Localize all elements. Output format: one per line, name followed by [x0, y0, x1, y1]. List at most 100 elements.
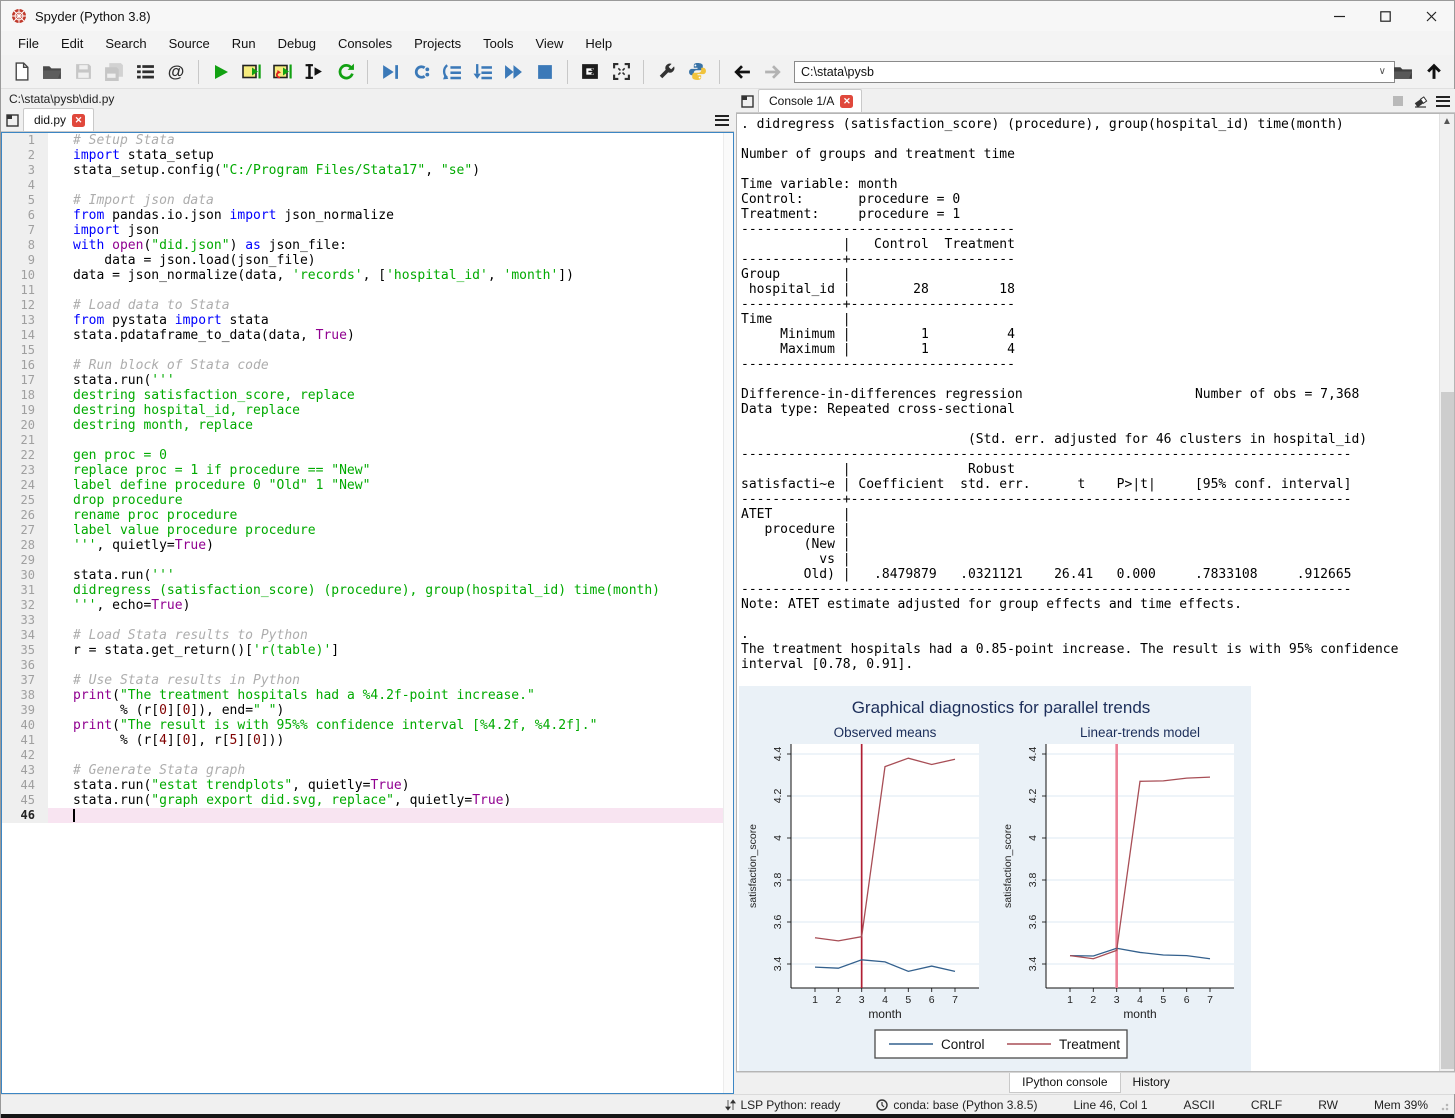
editor-line-1[interactable]: 1 # Setup Stata [2, 133, 733, 148]
menu-edit[interactable]: Edit [50, 33, 94, 54]
tab-console-1a[interactable]: Console 1/A ✕ [758, 89, 863, 112]
editor-line-2[interactable]: 2 import stata_setup [2, 148, 733, 163]
editor-line-22[interactable]: 22 gen proc = 0 [2, 448, 733, 463]
fullscreen-icon[interactable] [607, 59, 635, 85]
editor-line-28[interactable]: 28 ''', quietly=True) [2, 538, 733, 553]
editor-line-7[interactable]: 7 import json [2, 223, 733, 238]
close-button[interactable] [1408, 1, 1454, 31]
menu-view[interactable]: View [524, 33, 574, 54]
editor-line-19[interactable]: 19 destring hospital_id, replace [2, 403, 733, 418]
save-file-icon[interactable] [69, 59, 97, 85]
minimize-button[interactable] [1316, 1, 1362, 31]
editor-line-23[interactable]: 23 replace proc = 1 if procedure == "New" [2, 463, 733, 478]
editor-line-34[interactable]: 34 # Load Stata results to Python [2, 628, 733, 643]
debug-continue-icon[interactable] [407, 59, 435, 85]
browse-tabs-icon[interactable] [1, 109, 23, 131]
debug-stop-icon[interactable] [531, 59, 559, 85]
editor-line-46[interactable]: 46 [2, 808, 733, 823]
editor-line-26[interactable]: 26 rename proc procedure [2, 508, 733, 523]
browse-consoles-icon[interactable] [736, 90, 758, 112]
run-cell-advance-icon[interactable] [269, 59, 297, 85]
tab-close-icon[interactable]: ✕ [840, 94, 854, 108]
menu-help[interactable]: Help [574, 33, 623, 54]
editor-line-6[interactable]: 6 from pandas.io.json import json_normali… [2, 208, 733, 223]
debug-file-icon[interactable] [376, 59, 404, 85]
editor-line-12[interactable]: 12 # Load data to Stata [2, 298, 733, 313]
editor-line-38[interactable]: 38 print("The treatment hospitals had a %… [2, 688, 733, 703]
code-editor[interactable]: 1 # Setup Stata 2 import stata_setup 3 stata_… [1, 132, 734, 1094]
editor-line-13[interactable]: 13 from pystata import stata [2, 313, 733, 328]
editor-line-45[interactable]: 45 stata.run("graph export did.svg, repla… [2, 793, 733, 808]
editor-line-43[interactable]: 43 # Generate Stata graph [2, 763, 733, 778]
editor-line-14[interactable]: 14 stata.pdataframe_to_data(data, True) [2, 328, 733, 343]
editor-line-37[interactable]: 37 # Use Stata results in Python [2, 673, 733, 688]
editor-line-35[interactable]: 35 r = stata.get_return()['r(table)'] [2, 643, 733, 658]
debug-step-into-icon[interactable] [469, 59, 497, 85]
working-directory-input[interactable] [794, 60, 1395, 83]
console-output[interactable]: . didregress (satisfaction_score) (proce… [737, 114, 1454, 672]
scrollbar-thumb[interactable] [1441, 391, 1454, 1069]
rerun-cell-icon[interactable] [331, 59, 359, 85]
editor-line-18[interactable]: 18 destring satisfaction_score, replace [2, 388, 733, 403]
debug-step-over-icon[interactable] [438, 59, 466, 85]
editor-line-32[interactable]: 32 ''', echo=True) [2, 598, 733, 613]
editor-line-33[interactable]: 33 [2, 613, 733, 628]
editor-line-44[interactable]: 44 stata.run("estat trendplots", quietly=… [2, 778, 733, 793]
editor-line-27[interactable]: 27 label value procedure procedure [2, 523, 733, 538]
preferences-icon[interactable] [652, 59, 680, 85]
open-file-icon[interactable] [38, 59, 66, 85]
maximize-button[interactable] [1362, 1, 1408, 31]
file-switcher-icon[interactable] [131, 59, 159, 85]
maximize-pane-icon[interactable] [576, 59, 604, 85]
new-file-icon[interactable] [7, 59, 35, 85]
editor-line-41[interactable]: 41 % (r[4][0], r[5][0])) [2, 733, 733, 748]
editor-line-5[interactable]: 5 # Import json data [2, 193, 733, 208]
clear-console-icon[interactable] [1409, 90, 1431, 112]
editor-line-31[interactable]: 31 didregress (satisfaction_score) (proce… [2, 583, 733, 598]
save-all-icon[interactable] [100, 59, 128, 85]
interrupt-kernel-icon[interactable] [1387, 90, 1409, 112]
symbol-finder-icon[interactable]: @ [162, 59, 190, 85]
console-options-icon[interactable] [1431, 90, 1455, 112]
editor-line-21[interactable]: 21 [2, 433, 733, 448]
parent-directory-icon[interactable] [1420, 59, 1448, 85]
tab-did-py[interactable]: did.py ✕ [23, 108, 95, 131]
menu-consoles[interactable]: Consoles [327, 33, 403, 54]
editor-line-30[interactable]: 30 stata.run(''' [2, 568, 733, 583]
menu-projects[interactable]: Projects [403, 33, 472, 54]
back-icon[interactable] [728, 59, 756, 85]
open-directory-icon[interactable] [1389, 59, 1417, 85]
editor-line-36[interactable]: 36 [2, 658, 733, 673]
editor-scrollbar[interactable] [723, 133, 733, 1093]
editor-line-10[interactable]: 10 data = json_normalize(data, 'records',… [2, 268, 733, 283]
bottom-tab-history[interactable]: History [1121, 1073, 1182, 1092]
ipython-console[interactable]: . didregress (satisfaction_score) (proce… [736, 113, 1455, 1072]
editor-line-39[interactable]: 39 % (r[0][0]), end=" ") [2, 703, 733, 718]
menu-tools[interactable]: Tools [472, 33, 524, 54]
run-cell-icon[interactable] [238, 59, 266, 85]
tab-close-icon[interactable]: ✕ [72, 113, 86, 127]
forward-icon[interactable] [759, 59, 787, 85]
editor-line-40[interactable]: 40 print("The result is with 95%% confide… [2, 718, 733, 733]
run-file-icon[interactable] [207, 59, 235, 85]
editor-line-9[interactable]: 9 data = json.load(json_file) [2, 253, 733, 268]
menu-debug[interactable]: Debug [267, 33, 327, 54]
editor-line-3[interactable]: 3 stata_setup.config("C:/Program Files/St… [2, 163, 733, 178]
editor-options-icon[interactable] [710, 109, 734, 131]
editor-line-20[interactable]: 20 destring month, replace [2, 418, 733, 433]
editor-line-15[interactable]: 15 [2, 343, 733, 358]
bottom-tab-ipython-console[interactable]: IPython console [1009, 1073, 1121, 1093]
editor-line-16[interactable]: 16 # Run block of Stata code [2, 358, 733, 373]
editor-line-4[interactable]: 4 [2, 178, 733, 193]
python-interpreter-icon[interactable] [683, 59, 711, 85]
editor-line-25[interactable]: 25 drop procedure [2, 493, 733, 508]
editor-line-8[interactable]: 8 with open("did.json") as json_file: [2, 238, 733, 253]
debug-step-return-icon[interactable] [500, 59, 528, 85]
menu-run[interactable]: Run [221, 33, 267, 54]
menu-file[interactable]: File [7, 33, 50, 54]
console-scrollbar[interactable]: ▲ [1439, 114, 1454, 1071]
editor-line-24[interactable]: 24 label define procedure 0 "Old" 1 "New" [2, 478, 733, 493]
editor-line-17[interactable]: 17 stata.run(''' [2, 373, 733, 388]
editor-line-29[interactable]: 29 [2, 553, 733, 568]
menu-search[interactable]: Search [94, 33, 157, 54]
